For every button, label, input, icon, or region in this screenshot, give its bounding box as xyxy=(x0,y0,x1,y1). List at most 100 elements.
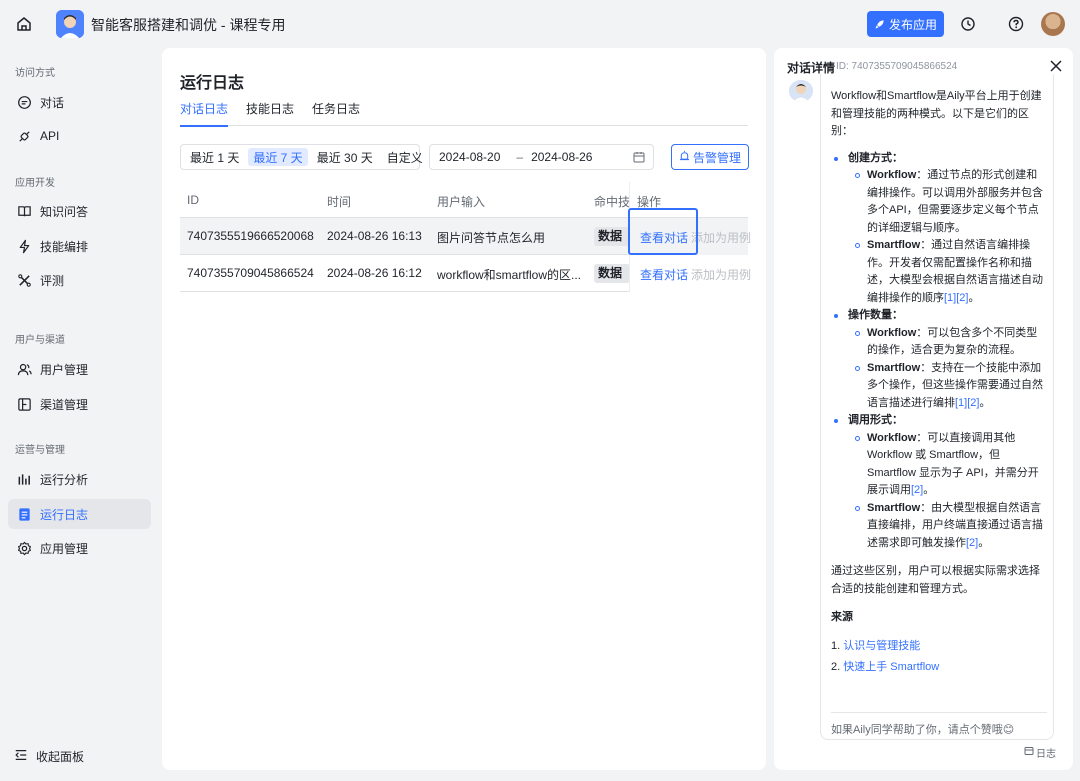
app-avatar xyxy=(56,10,84,38)
sources-list: 1. 认识与管理技能 2. 快速上手 Smartflow xyxy=(831,638,1047,677)
detail-id: ID: 7407355709045866524 xyxy=(836,61,958,72)
publish-button[interactable]: 发布应用 xyxy=(867,11,944,37)
column-header-id: ID xyxy=(187,193,199,207)
user-avatar[interactable] xyxy=(1041,12,1065,36)
section-heading: 创建方式： xyxy=(831,150,1047,168)
list-item: Workflow：可以包含多个不同类型的操作，适合更为复杂的流程。 xyxy=(831,325,1047,360)
row-time: 2024-08-26 16:13 xyxy=(327,229,422,243)
bot-avatar xyxy=(789,80,813,102)
feedback-prompt: 如果Aily同学帮助了你，请点个赞哦😊 xyxy=(831,712,1047,737)
reference-link[interactable]: [2] xyxy=(911,484,923,496)
row-id: 7407355519666520068 xyxy=(187,229,314,243)
section-title: 创建方式： xyxy=(848,151,903,164)
sidebar-item-chat[interactable]: 对话 xyxy=(8,87,151,117)
publish-label: 发布应用 xyxy=(888,17,937,32)
help-icon[interactable] xyxy=(1004,12,1028,36)
section-title: 调用形式： xyxy=(848,414,903,426)
alarm-management-button[interactable]: 告警管理 xyxy=(671,144,749,170)
sidebar-item-skill-orchestration[interactable]: 技能编排 xyxy=(8,231,151,261)
tab-skill-log[interactable]: 技能日志 xyxy=(246,100,294,126)
rocket-icon xyxy=(875,19,884,29)
reference-link[interactable]: [1][2] xyxy=(955,397,979,409)
collapse-icon xyxy=(14,748,28,765)
sidebar-item-label: 评测 xyxy=(40,273,65,288)
row-time: 2024-08-26 16:12 xyxy=(327,266,422,280)
column-header-input: 用户输入 xyxy=(437,195,486,209)
sidebar-item-run-analysis[interactable]: 运行分析 xyxy=(8,464,151,494)
sidebar-item-label: 用户管理 xyxy=(40,362,89,377)
app-title: 智能客服搭建和调优 - 课程专用 xyxy=(91,17,286,33)
sidebar-item-label: 运行分析 xyxy=(40,472,89,487)
answer-intro: Workflow和Smartflow是Aily平台上用于创建和管理技能的两种模式… xyxy=(831,90,1042,137)
range-30-days[interactable]: 最近 30 天 xyxy=(312,148,378,166)
section-heading: 操作数量： xyxy=(831,307,1047,325)
sidebar-group-title: 应用开发 xyxy=(15,178,55,189)
api-icon xyxy=(16,128,32,144)
skill-tag: 数据分析 xyxy=(594,264,630,283)
range-7-days[interactable]: 最近 7 天 xyxy=(248,148,308,166)
page-title: 运行日志 xyxy=(180,75,245,92)
item-name: Workflow xyxy=(867,326,917,339)
answer-conclusion: 通过这些区别，用户可以根据实际需求选择合适的技能创建和管理方式。 xyxy=(831,565,1040,595)
add-as-case-link[interactable]: 添加为用例 xyxy=(691,229,751,246)
sidebar-item-channels[interactable]: 渠道管理 xyxy=(8,389,151,419)
sidebar-item-evaluate[interactable]: 评测 xyxy=(8,265,151,295)
tab-task-log[interactable]: 任务日志 xyxy=(312,100,360,126)
skill-tag: 数据分析 xyxy=(594,227,630,246)
add-as-case-link[interactable]: 添加为用例 xyxy=(691,266,751,283)
bolt-icon xyxy=(16,238,32,254)
users-icon xyxy=(16,361,32,377)
sidebar-item-label: 渠道管理 xyxy=(40,397,89,412)
date-separator: – xyxy=(516,150,524,164)
chart-icon xyxy=(16,471,32,487)
book-icon xyxy=(16,203,32,219)
section-title: 操作数量： xyxy=(848,309,903,321)
log-tabs: 对话日志 技能日志 任务日志 xyxy=(180,100,748,127)
range-1-day[interactable]: 最近 1 天 xyxy=(185,148,244,166)
collapse-label: 收起面板 xyxy=(36,750,85,764)
sidebar: 访问方式 对话 API 应用开发 知识问答 技能编排 评测 用户与渠道 用户管理… xyxy=(0,48,160,781)
source-link[interactable]: 认识与管理技能 xyxy=(843,640,920,652)
list-item: Smartflow：由大模型根据自然语言直接编排，用户终端直接通过语言描述需求即… xyxy=(831,500,1047,553)
source-item: 2. 快速上手 Smartflow xyxy=(831,659,1047,677)
close-icon[interactable] xyxy=(1049,59,1063,73)
home-icon[interactable] xyxy=(12,12,36,36)
source-item: 1. 认识与管理技能 xyxy=(831,638,1047,656)
column-header-skill: 命中技能 xyxy=(594,195,630,209)
sidebar-item-users[interactable]: 用户管理 xyxy=(8,354,151,384)
log-button[interactable]: 日志 xyxy=(1024,745,1056,760)
item-name: Smartflow xyxy=(867,239,921,251)
chat-icon xyxy=(16,94,32,110)
row-id: 7407355709045866524 xyxy=(187,266,314,280)
range-custom[interactable]: 自定义 xyxy=(382,148,428,166)
sidebar-item-knowledge-qa[interactable]: 知识问答 xyxy=(8,196,151,226)
sidebar-item-label: 应用管理 xyxy=(40,541,89,556)
item-name: Workflow xyxy=(867,431,917,444)
sidebar-group-title: 用户与渠道 xyxy=(15,335,65,346)
answer-content: Workflow和Smartflow是Aily平台上用于创建和管理技能的两种模式… xyxy=(831,88,1047,677)
sidebar-item-run-log[interactable]: 运行日志 xyxy=(8,499,151,529)
reference-link[interactable]: [1][2] xyxy=(944,292,968,304)
top-bar: 智能客服搭建和调优 - 课程专用 发布应用 xyxy=(0,0,1080,48)
date-end: 2024-08-26 xyxy=(531,150,593,164)
sources-title: 来源 xyxy=(831,611,853,623)
item-name: Smartflow xyxy=(867,501,921,514)
log-label: 日志 xyxy=(1036,749,1056,760)
reference-link[interactable]: [2] xyxy=(966,537,978,549)
sidebar-item-app-management[interactable]: 应用管理 xyxy=(8,533,151,563)
collapse-panel-button[interactable]: 收起面板 xyxy=(14,748,84,765)
alarm-label: 告警管理 xyxy=(692,150,741,165)
history-icon[interactable] xyxy=(956,12,980,36)
view-conversation-link[interactable]: 查看对话 xyxy=(640,266,688,283)
tab-conversation-log[interactable]: 对话日志 xyxy=(180,100,229,127)
operations-cell: 查看对话 添加为用例 xyxy=(629,255,751,292)
gear-icon xyxy=(16,540,32,556)
date-range-picker[interactable]: 2024-08-20 – 2024-08-26 xyxy=(429,144,654,170)
table-row[interactable]: 7407355709045866524 2024-08-26 16:12 wor… xyxy=(180,255,751,292)
sidebar-item-label: 知识问答 xyxy=(40,204,89,219)
sidebar-item-label: 运行日志 xyxy=(40,507,89,522)
sidebar-item-api[interactable]: API xyxy=(8,121,151,151)
row-input: workflow和smartflow的区... xyxy=(437,268,582,282)
list-item: Workflow：通过节点的形式创建和编排操作。可以调用外部服务并包含多个API… xyxy=(831,167,1047,237)
source-link[interactable]: 快速上手 Smartflow xyxy=(843,661,939,673)
